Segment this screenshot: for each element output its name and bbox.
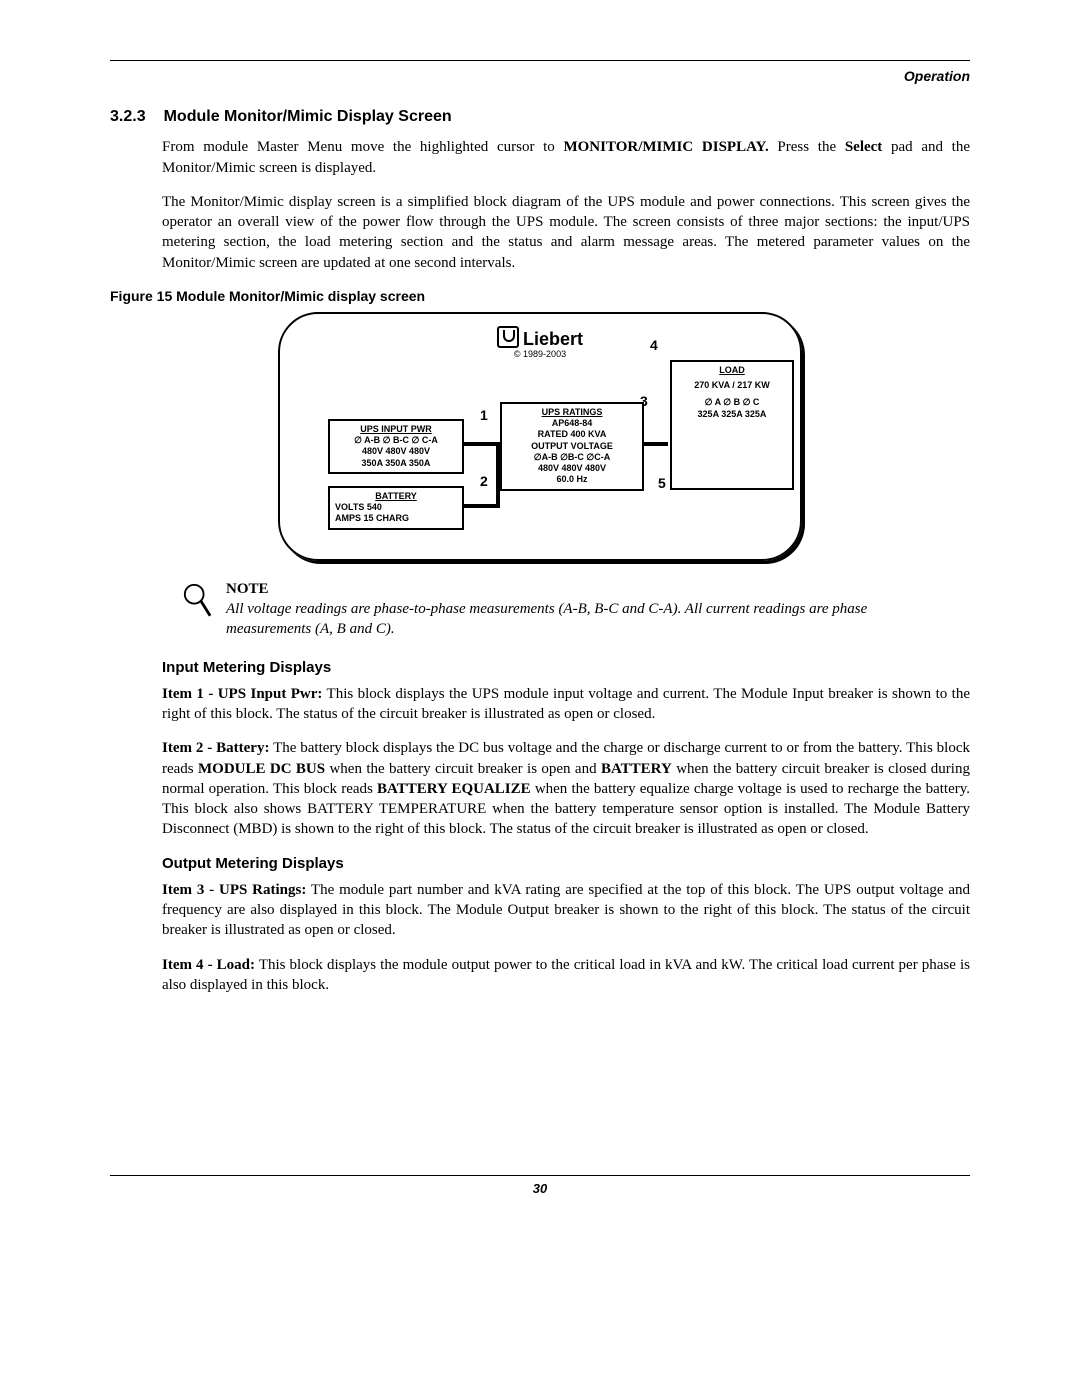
input-metering-heading: Input Metering Displays	[162, 658, 970, 678]
liebert-logo-icon	[497, 326, 519, 348]
battery-box: BATTERY VOLTS 540 AMPS 15 CHARG	[328, 486, 464, 530]
page-number: 30	[533, 1181, 547, 1196]
mimic-screen: Liebert © 1989-2003 1 2 3 4 5 UPS INPUT …	[278, 312, 802, 561]
ups-input-box: UPS INPUT PWR ∅ A-B ∅ B-C ∅ C-A 480V 480…	[328, 419, 464, 474]
intro-para-2: The Monitor/Mimic display screen is a si…	[110, 192, 970, 273]
section-number: 3.2.3	[110, 108, 146, 125]
header-rule	[110, 60, 970, 61]
item-4-para: Item 4 - Load: This block displays the m…	[110, 955, 970, 996]
figure-caption: Figure 15 Module Monitor/Mimic display s…	[110, 287, 970, 306]
note-block: NOTE All voltage readings are phase-to-p…	[182, 579, 970, 640]
figure-15: Liebert © 1989-2003 1 2 3 4 5 UPS INPUT …	[110, 312, 970, 561]
callout-5: 5	[658, 474, 666, 493]
callout-2: 2	[480, 472, 488, 491]
intro-para-1: From module Master Menu move the highlig…	[110, 137, 970, 178]
ups-ratings-box: UPS RATINGS AP648-84 RATED 400 KVA OUTPU…	[500, 402, 644, 491]
output-metering-heading: Output Metering Displays	[162, 854, 970, 874]
callout-4: 4	[650, 336, 658, 355]
section-title: 3.2.3 Module Monitor/Mimic Display Screen	[110, 106, 970, 128]
copyright-text: © 1989-2003	[280, 348, 800, 360]
magnifier-icon	[182, 582, 212, 620]
section-heading-text: Module Monitor/Mimic Display Screen	[164, 108, 452, 125]
note-content: NOTE All voltage readings are phase-to-p…	[226, 579, 930, 640]
item-3-para: Item 3 - UPS Ratings: The module part nu…	[110, 880, 970, 941]
note-title: NOTE	[226, 579, 930, 599]
brand-text: Liebert	[523, 329, 583, 349]
header-section-label: Operation	[110, 67, 970, 86]
item-1-para: Item 1 - UPS Input Pwr: This block displ…	[110, 684, 970, 725]
load-box: LOAD 270 KVA / 217 KW ∅ A ∅ B ∅ C 325A 3…	[670, 360, 794, 490]
page-footer: 30	[110, 1175, 970, 1198]
item-2-para: Item 2 - Battery: The battery block disp…	[110, 738, 970, 839]
callout-1: 1	[480, 406, 488, 425]
note-text: All voltage readings are phase-to-phase …	[226, 599, 930, 640]
